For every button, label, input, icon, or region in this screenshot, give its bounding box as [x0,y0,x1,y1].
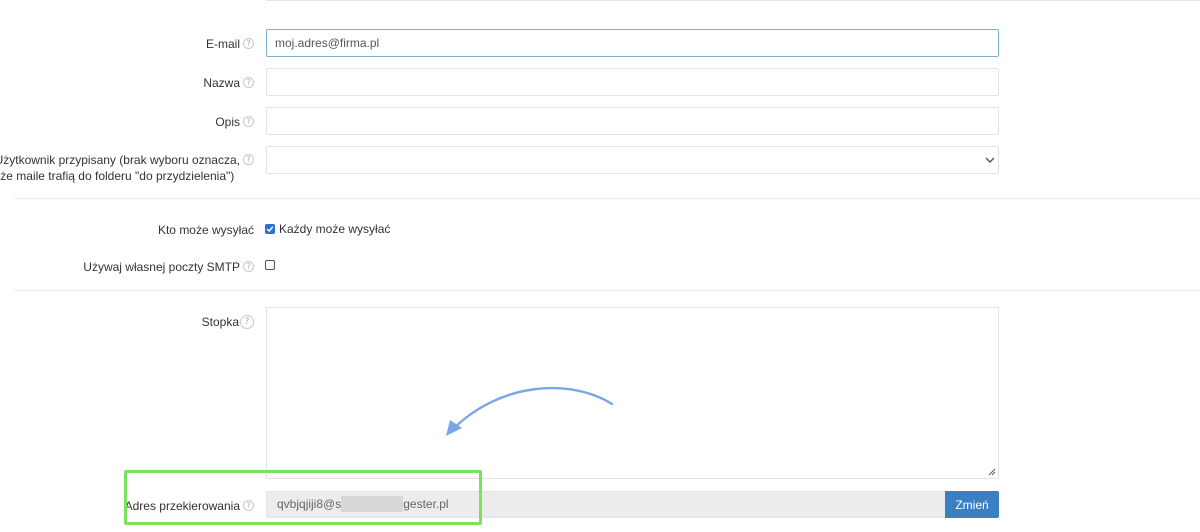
section-divider [14,290,1200,291]
footer-textarea[interactable] [266,307,999,479]
assigned-user-label: Użytkownik przypisany (brak wyboru oznac… [0,152,254,184]
chevron-down-icon[interactable] [984,154,996,166]
change-button[interactable]: Zmień [945,491,999,518]
email-label: E-mail? [206,35,254,52]
help-icon[interactable]: ? [243,261,254,273]
mailbox-settings-form: E-mail? Nazwa? Opis? Użytkownik przypisa… [0,0,1200,532]
everyone-can-send-checkbox[interactable] [265,224,275,234]
description-input[interactable] [266,107,999,135]
description-label: Opis? [215,113,254,130]
own-smtp-checkbox[interactable] [265,260,275,270]
top-border [266,0,1200,1]
own-smtp-option[interactable] [265,260,275,270]
name-input[interactable] [266,68,999,96]
resize-handle-icon[interactable] [988,468,996,476]
who-can-send-option[interactable]: Każdy może wysyłać [265,222,390,236]
help-icon[interactable]: ? [243,38,254,50]
email-input[interactable] [266,29,999,57]
highlight-box [124,470,482,525]
who-can-send-label: Kto może wysyłać [157,222,254,237]
help-icon[interactable]: ? [243,116,254,128]
help-icon[interactable]: ? [243,77,254,89]
section-divider [14,198,1200,199]
assigned-user-select[interactable] [266,146,999,174]
annotation-arrow-icon [446,387,614,436]
check-icon [266,226,274,233]
footer-label: Stopka? [202,313,254,330]
own-smtp-label: Używaj własnej poczty SMTP? [83,258,254,275]
help-icon[interactable]: ? [240,314,254,329]
help-icon[interactable]: ? [243,154,254,165]
name-label: Nazwa? [203,74,254,91]
